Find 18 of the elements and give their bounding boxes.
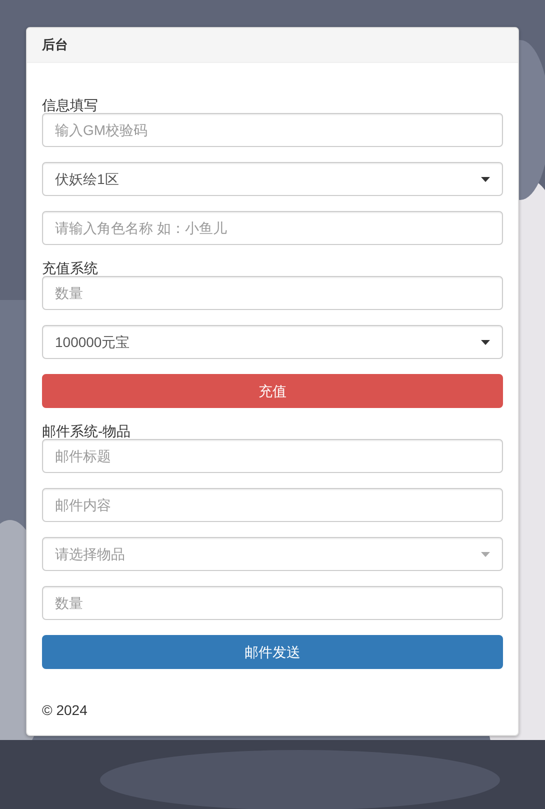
dropdown[interactable]: 100000元宝 (42, 325, 503, 359)
action-button[interactable]: 邮件发送 (42, 635, 503, 669)
panel-title: 后台 (27, 28, 518, 63)
caret-icon (481, 340, 490, 344)
input-field[interactable]: 数量 (42, 276, 503, 310)
copyright-text: © 2024 (42, 702, 88, 718)
caret-icon (481, 552, 490, 556)
dropdown[interactable]: 请选择物品 (42, 537, 503, 571)
section-label: 邮件系统-物品 (42, 423, 132, 439)
section-label: 充值系统 (42, 260, 99, 276)
dropdown[interactable]: 伏妖绘1区 (42, 162, 503, 196)
input-field[interactable]: 邮件标题 (42, 439, 503, 473)
input-field[interactable]: 邮件内容 (42, 488, 503, 522)
input-field[interactable]: 请输入角色名称 如：小鱼儿 (42, 211, 503, 245)
action-button[interactable]: 充值 (42, 374, 503, 408)
input-field[interactable]: 输入GM校验码 (42, 113, 503, 147)
input-field[interactable]: 数量 (42, 586, 503, 620)
section-label: 信息填写 (42, 97, 99, 113)
